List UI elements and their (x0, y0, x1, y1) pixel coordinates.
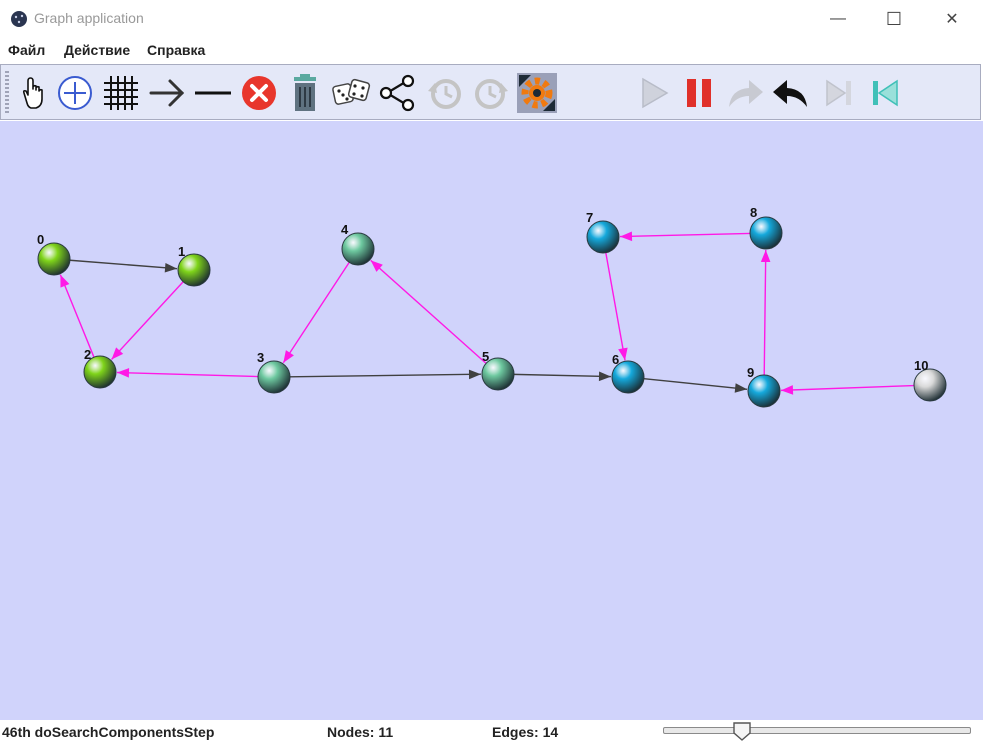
menu-bar: Файл Действие Справка (0, 38, 983, 64)
edge-0-1[interactable] (69, 259, 178, 273)
graph-node-5[interactable]: 5 (481, 349, 515, 391)
node-label-6: 6 (612, 352, 619, 367)
graph-node-8[interactable]: 8 (749, 205, 783, 250)
pause-icon (687, 79, 711, 107)
delete-icon (242, 76, 276, 110)
play-button[interactable] (633, 73, 673, 113)
edge-5-6[interactable] (513, 371, 612, 382)
edge-6-9[interactable] (643, 377, 748, 393)
undirected-edge-button[interactable] (193, 73, 233, 113)
nodes-layer: 0 1 2 3 4 5 6 7 8 9 10 (37, 205, 947, 408)
undo-button[interactable] (771, 73, 811, 113)
node-label-0: 0 (37, 232, 44, 247)
step-start-button[interactable] (865, 73, 905, 113)
title-bar: Graph application — ☐ ✕ (0, 0, 983, 38)
node-label-3: 3 (257, 350, 264, 365)
graph-layout-button[interactable] (377, 73, 417, 113)
play-icon (642, 77, 669, 109)
status-nodes: Nodes: 11 (327, 724, 394, 740)
directed-edge-icon (149, 79, 185, 107)
app-icon (11, 11, 27, 27)
add-node-icon (58, 76, 92, 110)
graph-node-4[interactable]: 4 (341, 222, 375, 266)
trash-icon (294, 74, 316, 111)
step-end-icon (826, 79, 851, 107)
node-label-9: 9 (747, 365, 754, 380)
node-circle-7[interactable] (586, 220, 620, 254)
speed-slider-track[interactable] (663, 727, 971, 734)
undirected-edge-icon (195, 91, 231, 95)
node-circle-8[interactable] (749, 216, 783, 250)
grid-button[interactable] (101, 73, 141, 113)
node-label-10: 10 (914, 358, 928, 373)
clock-back-icon (428, 79, 461, 109)
node-label-7: 7 (586, 210, 593, 225)
node-circle-0[interactable] (37, 242, 71, 276)
graph-node-2[interactable]: 2 (83, 347, 117, 389)
edge-3-5[interactable] (289, 369, 482, 380)
graph-node-9[interactable]: 9 (747, 365, 781, 408)
close-button[interactable]: ✕ (924, 0, 980, 38)
status-step: 46th doSearchComponentsStep (2, 724, 215, 740)
history-back-button[interactable] (425, 73, 465, 113)
node-label-1: 1 (178, 244, 185, 259)
add-node-button[interactable] (55, 73, 95, 113)
graph-drawing[interactable]: 0 1 2 3 4 5 6 7 8 9 10 (0, 121, 983, 720)
clear-button[interactable] (285, 73, 325, 113)
toolbar-grip[interactable] (5, 71, 9, 115)
dice-icon (332, 78, 371, 105)
menu-action[interactable]: Действие (64, 42, 130, 58)
node-circle-4[interactable] (341, 232, 375, 266)
node-label-5: 5 (482, 349, 489, 364)
undo-arrow-icon (773, 80, 807, 107)
settings-gear-icon (517, 73, 557, 113)
algorithm-settings-button[interactable] (517, 73, 557, 113)
pause-button[interactable] (679, 73, 719, 113)
edge-5-4[interactable] (370, 259, 487, 364)
menu-help[interactable]: Справка (147, 42, 205, 58)
graph-node-1[interactable]: 1 (177, 244, 211, 287)
graph-node-6[interactable]: 6 (611, 352, 645, 394)
hand-icon (22, 77, 43, 109)
minimize-button[interactable]: — (810, 0, 866, 38)
graph-node-10[interactable]: 10 (913, 358, 947, 402)
delete-button[interactable] (239, 73, 279, 113)
node-label-8: 8 (750, 205, 757, 220)
node-circle-3[interactable] (257, 360, 291, 394)
menu-file[interactable]: Файл (8, 42, 45, 58)
edge-3-2[interactable] (116, 368, 259, 378)
edge-8-7[interactable] (619, 231, 751, 242)
redo-arrow-icon (729, 80, 763, 107)
maximize-button[interactable]: ☐ (866, 0, 922, 38)
share-graph-icon (379, 74, 415, 112)
graph-node-7[interactable]: 7 (586, 210, 620, 254)
edge-10-9[interactable] (780, 384, 915, 395)
edge-9-8[interactable] (760, 249, 771, 376)
node-label-2: 2 (84, 347, 91, 362)
speed-slider-thumb[interactable] (732, 721, 752, 741)
step-start-icon (873, 79, 898, 107)
graph-canvas[interactable]: 0 1 2 3 4 5 6 7 8 9 10 (0, 121, 983, 720)
edge-7-6[interactable] (605, 252, 628, 361)
node-circle-10[interactable] (913, 368, 947, 402)
hand-tool-button[interactable] (13, 73, 53, 113)
edge-2-0[interactable] (59, 274, 95, 358)
history-forward-button[interactable] (471, 73, 511, 113)
graph-node-3[interactable]: 3 (257, 350, 291, 394)
status-edges: Edges: 14 (492, 724, 559, 740)
edge-4-3[interactable] (282, 261, 350, 364)
window-title: Graph application (34, 10, 144, 26)
directed-edge-button[interactable] (147, 73, 187, 113)
node-label-4: 4 (341, 222, 349, 237)
toolbar (0, 64, 981, 120)
grid-icon (104, 76, 138, 110)
clock-forward-icon (475, 79, 508, 109)
redo-button[interactable] (725, 73, 765, 113)
random-graph-button[interactable] (331, 73, 371, 113)
graph-node-0[interactable]: 0 (37, 232, 71, 276)
edge-1-2[interactable] (111, 281, 184, 360)
step-end-button[interactable] (819, 73, 859, 113)
